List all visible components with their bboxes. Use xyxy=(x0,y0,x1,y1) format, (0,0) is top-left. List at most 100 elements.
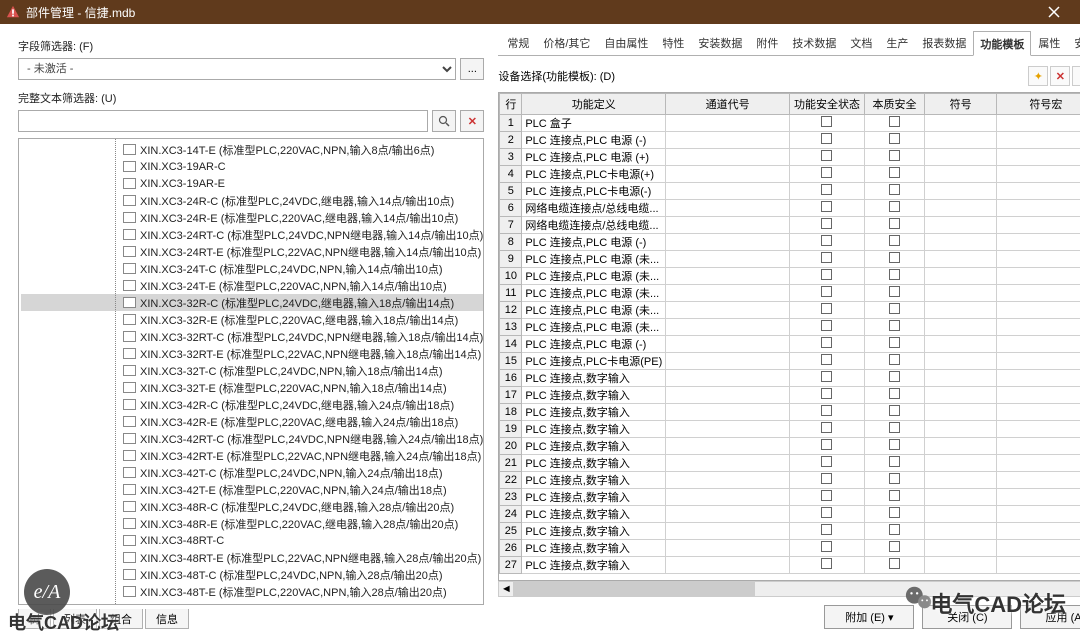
cell-symbol[interactable] xyxy=(924,217,996,234)
cell-channel[interactable] xyxy=(666,336,790,353)
table-row[interactable]: 5PLC 连接点,PLC卡电源(-) xyxy=(500,183,1080,200)
cell-func-safe[interactable] xyxy=(789,438,864,455)
cell-intrinsic-safe[interactable] xyxy=(864,234,924,251)
cell-symbol-macro[interactable] xyxy=(997,319,1080,336)
column-header[interactable]: 符号 xyxy=(924,94,996,115)
cell-channel[interactable] xyxy=(666,234,790,251)
cell-func-safe[interactable] xyxy=(789,336,864,353)
table-row[interactable]: 10PLC 连接点,PLC 电源 (未... xyxy=(500,268,1080,285)
table-row[interactable]: 8PLC 连接点,PLC 电源 (-) xyxy=(500,234,1080,251)
function-template-grid[interactable]: 行功能定义通道代号功能安全状态本质安全符号符号宏1PLC 盒子2PLC 连接点,… xyxy=(498,92,1080,581)
top-tab[interactable]: 报表数据 xyxy=(915,30,973,55)
top-tab[interactable]: 安装数据 xyxy=(691,30,749,55)
cell-channel[interactable] xyxy=(666,132,790,149)
column-header[interactable]: 符号宏 xyxy=(997,94,1080,115)
cell-function-def[interactable]: PLC 连接点,PLC 电源 (+) xyxy=(522,149,666,166)
table-row[interactable]: 27PLC 连接点,数字输入 xyxy=(500,557,1080,574)
cell-intrinsic-safe[interactable] xyxy=(864,200,924,217)
tree-item[interactable]: XIN.XC3-42RT-C (标准型PLC,24VDC,NPN继电器,输入24… xyxy=(21,430,483,447)
cell-symbol-macro[interactable] xyxy=(997,438,1080,455)
table-row[interactable]: 24PLC 连接点,数字输入 xyxy=(500,506,1080,523)
cell-function-def[interactable]: PLC 连接点,数字输入 xyxy=(522,387,666,404)
cell-func-safe[interactable] xyxy=(789,115,864,132)
tree-item[interactable]: XIN.XC3-32T-C (标准型PLC,24VDC,NPN,输入18点/输出… xyxy=(21,362,483,379)
tree-item[interactable]: XIN.XC3-48R-C (标准型PLC,24VDC,继电器,输入28点/输出… xyxy=(21,498,483,515)
cell-symbol[interactable] xyxy=(924,353,996,370)
cell-symbol[interactable] xyxy=(924,506,996,523)
top-tab[interactable]: 功能模板 xyxy=(973,31,1031,56)
cell-channel[interactable] xyxy=(666,540,790,557)
column-header[interactable]: 通道代号 xyxy=(666,94,790,115)
cell-channel[interactable] xyxy=(666,489,790,506)
cell-func-safe[interactable] xyxy=(789,387,864,404)
cell-symbol[interactable] xyxy=(924,115,996,132)
tree-item[interactable]: XIN.XC3-24RT-C (标准型PLC,24VDC,NPN继电器,输入14… xyxy=(21,226,483,243)
cell-symbol-macro[interactable] xyxy=(997,455,1080,472)
tree-item[interactable]: XIN.XC3-42T-C (标准型PLC,24VDC,NPN,输入24点/输出… xyxy=(21,464,483,481)
tree-item[interactable]: XIN.XC3-19AR-E xyxy=(21,175,483,192)
cell-intrinsic-safe[interactable] xyxy=(864,251,924,268)
top-tab[interactable]: 自由属性 xyxy=(597,30,655,55)
cell-symbol[interactable] xyxy=(924,489,996,506)
cell-symbol[interactable] xyxy=(924,234,996,251)
cell-symbol-macro[interactable] xyxy=(997,251,1080,268)
tree-item[interactable]: XIN.XC3-32R-C (标准型PLC,24VDC,继电器,输入18点/输出… xyxy=(21,294,483,311)
cell-function-def[interactable]: PLC 连接点,数字输入 xyxy=(522,506,666,523)
cell-symbol-macro[interactable] xyxy=(997,489,1080,506)
top-tab[interactable]: 特性 xyxy=(655,30,691,55)
cell-channel[interactable] xyxy=(666,268,790,285)
cell-intrinsic-safe[interactable] xyxy=(864,132,924,149)
top-tab[interactable]: 安全值 xyxy=(1067,30,1080,55)
cell-channel[interactable] xyxy=(666,319,790,336)
cell-function-def[interactable]: PLC 连接点,数字输入 xyxy=(522,421,666,438)
tree-item[interactable]: XIN.XC3-24R-E (标准型PLC,220VAC,继电器,输入14点/输… xyxy=(21,209,483,226)
cell-channel[interactable] xyxy=(666,523,790,540)
column-header[interactable]: 功能定义 xyxy=(522,94,666,115)
tree-item[interactable]: XIN.XC3-19AR-C xyxy=(21,158,483,175)
top-tab[interactable]: 价格/其它 xyxy=(536,30,597,55)
cell-intrinsic-safe[interactable] xyxy=(864,302,924,319)
cell-function-def[interactable]: PLC 连接点,PLC 电源 (-) xyxy=(522,234,666,251)
move-up-button[interactable]: ↑ xyxy=(1072,66,1080,86)
tree-item[interactable]: XIN.XC3-48T-C (标准型PLC,24VDC,NPN,输入28点/输出… xyxy=(21,566,483,583)
cell-channel[interactable] xyxy=(666,183,790,200)
cell-func-safe[interactable] xyxy=(789,353,864,370)
cell-func-safe[interactable] xyxy=(789,540,864,557)
cell-func-safe[interactable] xyxy=(789,557,864,574)
cell-intrinsic-safe[interactable] xyxy=(864,557,924,574)
cell-channel[interactable] xyxy=(666,353,790,370)
tree-item[interactable]: XIN.XC3-24T-C (标准型PLC,24VDC,NPN,输入14点/输出… xyxy=(21,260,483,277)
tree-item[interactable]: XIN.XC3-32T-E (标准型PLC,220VAC,NPN,输入18点/输… xyxy=(21,379,483,396)
table-row[interactable]: 20PLC 连接点,数字输入 xyxy=(500,438,1080,455)
table-row[interactable]: 13PLC 连接点,PLC 电源 (未... xyxy=(500,319,1080,336)
cell-func-safe[interactable] xyxy=(789,251,864,268)
cell-func-safe[interactable] xyxy=(789,268,864,285)
text-filter-input[interactable] xyxy=(18,110,428,132)
table-row[interactable]: 21PLC 连接点,数字输入 xyxy=(500,455,1080,472)
cell-intrinsic-safe[interactable] xyxy=(864,404,924,421)
cell-channel[interactable] xyxy=(666,387,790,404)
cell-intrinsic-safe[interactable] xyxy=(864,166,924,183)
cell-function-def[interactable]: PLC 连接点,数字输入 xyxy=(522,404,666,421)
cell-symbol[interactable] xyxy=(924,149,996,166)
cell-symbol[interactable] xyxy=(924,421,996,438)
cell-symbol[interactable] xyxy=(924,523,996,540)
text-filter-clear-button[interactable]: ✕ xyxy=(460,110,484,132)
cell-func-safe[interactable] xyxy=(789,472,864,489)
cell-function-def[interactable]: PLC 连接点,PLC 电源 (未... xyxy=(522,319,666,336)
cell-func-safe[interactable] xyxy=(789,506,864,523)
cell-channel[interactable] xyxy=(666,472,790,489)
cell-symbol[interactable] xyxy=(924,268,996,285)
tree-item[interactable]: XIN.XC3-48RT-C xyxy=(21,532,483,549)
cell-channel[interactable] xyxy=(666,506,790,523)
cell-func-safe[interactable] xyxy=(789,149,864,166)
cell-func-safe[interactable] xyxy=(789,404,864,421)
top-tab[interactable]: 技术数据 xyxy=(785,30,843,55)
cell-symbol-macro[interactable] xyxy=(997,540,1080,557)
cell-channel[interactable] xyxy=(666,166,790,183)
table-row[interactable]: 18PLC 连接点,数字输入 xyxy=(500,404,1080,421)
cell-intrinsic-safe[interactable] xyxy=(864,268,924,285)
cell-func-safe[interactable] xyxy=(789,183,864,200)
cell-function-def[interactable]: PLC 连接点,PLC 电源 (-) xyxy=(522,336,666,353)
cell-symbol[interactable] xyxy=(924,370,996,387)
